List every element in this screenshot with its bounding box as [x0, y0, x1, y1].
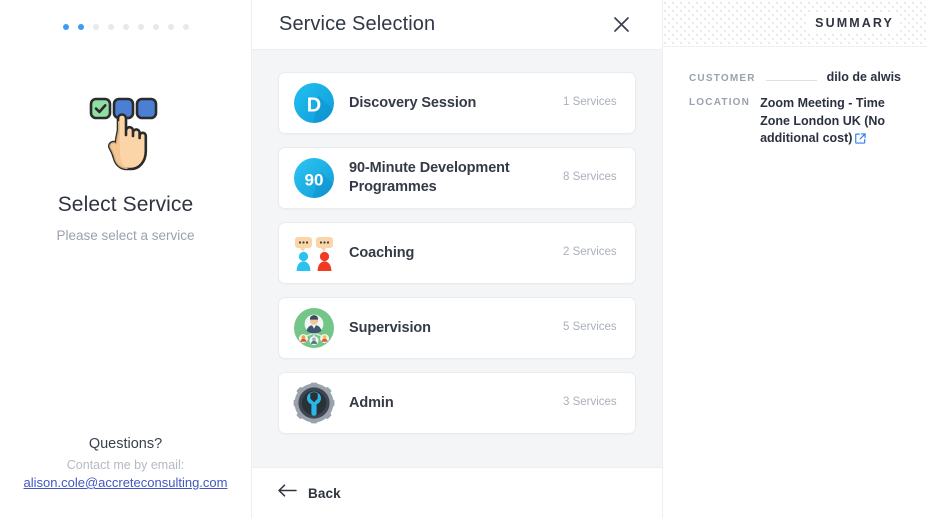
panel-title: Service Selection: [279, 13, 436, 35]
service-name: Supervision: [349, 319, 431, 336]
step-dot-4[interactable]: [107, 24, 114, 30]
back-button-label: Back: [308, 485, 341, 501]
step-dot-5[interactable]: [122, 24, 129, 30]
service-card-admin[interactable]: Admin 3 Services: [278, 372, 636, 434]
questions-heading: Questions?: [88, 436, 163, 452]
panel-header: Service Selection: [252, 0, 662, 49]
summary-panel: SUMMARY CUSTOMER dilo de alwis LOCATION …: [663, 0, 927, 518]
summary-value: dilo de alwis: [826, 70, 901, 84]
svg-text:90: 90: [305, 171, 324, 190]
step-indicator: [0, 24, 251, 30]
booking-widget: Select Service Please select a service Q…: [0, 0, 927, 518]
leader-line: [765, 80, 817, 81]
summary-row-customer: CUSTOMER dilo de alwis: [689, 69, 901, 86]
step-dot-8[interactable]: [167, 24, 174, 30]
service-count: 1 Services: [563, 96, 617, 109]
summary-header: SUMMARY: [663, 0, 927, 47]
step-dot-9[interactable]: [182, 24, 189, 30]
page-subtitle: Please select a service: [56, 228, 195, 243]
summary-row-location: LOCATION Zoom Meeting - Time Zone London…: [689, 95, 901, 149]
gear-wrench-icon: [293, 382, 335, 424]
number-90-circle-icon: 90: [293, 157, 335, 199]
summary-label: LOCATION: [689, 97, 751, 109]
select-service-hero: Select Service Please select a service: [0, 95, 251, 243]
summary-label: CUSTOMER: [689, 73, 756, 84]
step-dot-7[interactable]: [152, 24, 159, 30]
service-count: 2 Services: [563, 246, 617, 259]
summary-title: SUMMARY: [807, 14, 898, 32]
two-people-chat-icon: [293, 232, 335, 274]
service-count: 3 Services: [563, 396, 617, 409]
external-link-icon[interactable]: [855, 132, 867, 149]
contact-block: Questions? Contact me by email: alison.c…: [0, 436, 251, 492]
arrow-left-icon: [278, 484, 297, 502]
service-name: 90-Minute Development Programmes: [349, 160, 510, 195]
close-icon[interactable]: [608, 12, 634, 38]
service-name: Discovery Session: [349, 94, 477, 111]
step-dot-2[interactable]: [77, 24, 84, 30]
service-count: 8 Services: [563, 171, 617, 184]
service-card-90-minute-development-programmes[interactable]: 90 90-Minute Development Programmes 8 Se…: [278, 147, 636, 209]
letter-d-circle-icon: D: [293, 82, 335, 124]
service-name: Coaching: [349, 244, 415, 261]
summary-body: CUSTOMER dilo de alwis LOCATION Zoom Mee…: [663, 47, 927, 149]
contact-prompt: Contact me by email:: [66, 458, 185, 472]
svg-text:D: D: [307, 95, 321, 117]
service-card-coaching[interactable]: Coaching 2 Services: [278, 222, 636, 284]
step-dot-1[interactable]: [62, 24, 69, 30]
service-name: Admin: [349, 394, 394, 411]
supervisor-network-icon: [293, 307, 335, 349]
step-dot-3[interactable]: [92, 24, 99, 30]
back-button[interactable]: Back: [278, 484, 341, 502]
page-title: Select Service: [57, 193, 194, 216]
service-list[interactable]: D Discovery Session 1 Services 90 90-Min…: [252, 49, 662, 467]
service-card-discovery-session[interactable]: D Discovery Session 1 Services: [278, 72, 636, 134]
service-card-supervision[interactable]: Supervision 5 Services: [278, 297, 636, 359]
panel-footer: Back: [252, 467, 662, 518]
service-count: 5 Services: [563, 321, 617, 334]
summary-value-wrap: Zoom Meeting - Time Zone London UK (No a…: [760, 95, 901, 149]
left-info-panel: Select Service Please select a service Q…: [0, 0, 252, 518]
step-dot-6[interactable]: [137, 24, 144, 30]
select-checkbox-hand-icon: [0, 95, 251, 177]
service-selection-panel: Service Selection D Discovery Session 1 …: [252, 0, 663, 518]
contact-email-link[interactable]: alison.cole@accreteconsulting.com: [24, 475, 228, 490]
